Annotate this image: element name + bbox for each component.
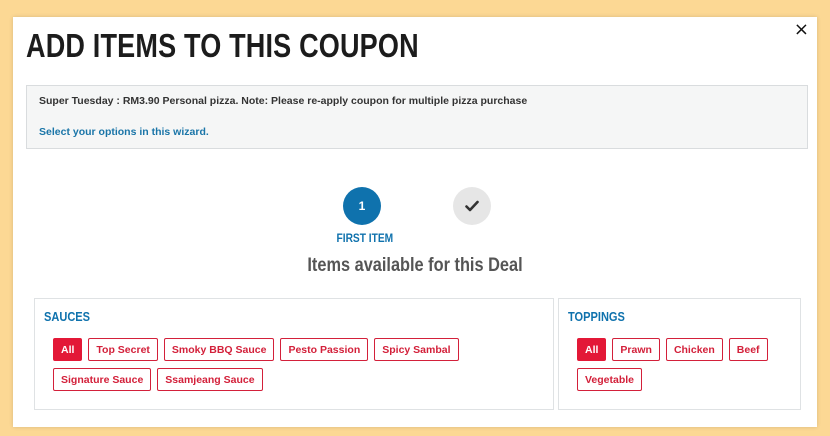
toppings-filter-list: All Prawn Chicken Beef Vegetable (577, 338, 790, 391)
sauces-filter-list: All Top Secret Smoky BBQ Sauce Pesto Passio… (53, 338, 543, 391)
check-icon (465, 200, 479, 212)
toppings-title: TOPPINGS (568, 309, 625, 324)
modal-title: ADD ITEMS TO THIS COUPON (26, 27, 419, 64)
coupon-description: Super Tuesday : RM3.90 Personal pizza. N… (39, 95, 528, 107)
close-icon[interactable]: × (794, 21, 809, 39)
wizard-hint: Select your options in this wizard. (39, 126, 209, 138)
topping-filter-prawn[interactable]: Prawn (612, 338, 660, 361)
sauce-filter-spicy-sambal[interactable]: Spicy Sambal (374, 338, 459, 361)
sauce-filter-all[interactable]: All (53, 338, 83, 361)
coupon-modal: × ADD ITEMS TO THIS COUPON Super Tuesday… (13, 17, 817, 427)
sauce-filter-top-secret[interactable]: Top Secret (88, 338, 158, 361)
step-2-indicator[interactable] (453, 187, 491, 225)
toppings-panel: TOPPINGS All Prawn Chicken Beef Vegetable (558, 298, 801, 410)
sauce-filter-signature-sauce[interactable]: Signature Sauce (53, 368, 152, 391)
topping-filter-chicken[interactable]: Chicken (665, 338, 723, 361)
step-1-indicator[interactable]: 1 (343, 187, 381, 225)
step-1-label: FIRST ITEM (336, 231, 394, 245)
wizard-steps: 1 FIRST ITEM (13, 187, 817, 247)
sauce-filter-ssamjeang-sauce[interactable]: Ssamjeang Sauce (157, 368, 263, 391)
topping-filter-all[interactable]: All (577, 338, 607, 361)
sauces-title: SAUCES (44, 309, 91, 324)
sauces-panel: SAUCES All Top Secret Smoky BBQ Sauce Pesto… (34, 298, 554, 410)
sauce-filter-pesto-passion[interactable]: Pesto Passion (280, 338, 369, 361)
sauce-filter-smoky-bbq-sauce[interactable]: Smoky BBQ Sauce (163, 338, 275, 361)
coupon-info-box: Super Tuesday : RM3.90 Personal pizza. N… (26, 85, 808, 149)
topping-filter-vegetable[interactable]: Vegetable (577, 368, 643, 391)
topping-filter-beef[interactable]: Beef (728, 338, 768, 361)
deal-items-heading: Items available for this Deal (307, 255, 523, 276)
step-1-number: 1 (358, 199, 366, 213)
